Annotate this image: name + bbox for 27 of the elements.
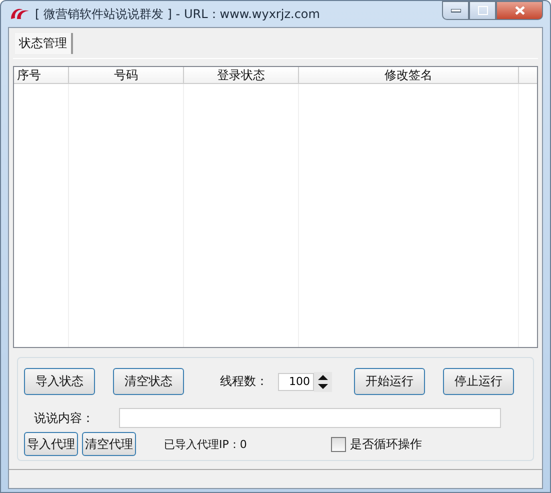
action-button[interactable]: 清空状态 — [113, 368, 184, 395]
column-header[interactable]: 登录状态 — [184, 67, 299, 83]
content-field[interactable] — [119, 408, 501, 428]
close-button[interactable] — [496, 1, 543, 20]
action-button[interactable]: 导入状态 — [24, 368, 95, 395]
spinner-arrows-icon[interactable] — [314, 372, 332, 392]
loop-label: 是否循环操作 — [350, 436, 422, 452]
minimize-icon — [450, 8, 460, 12]
tab[interactable]: 状态管理 — [15, 33, 73, 54]
thread-count-label: 线程数： — [220, 373, 268, 390]
column-header[interactable]: 号码 — [69, 67, 184, 83]
run-button[interactable]: 开始运行 — [354, 368, 425, 395]
maximize-icon — [478, 6, 488, 15]
column-header[interactable]: 序号 — [14, 67, 69, 83]
loop-checkbox[interactable] — [330, 436, 346, 452]
proxy-button[interactable]: 清空代理 — [82, 432, 136, 456]
minimize-button[interactable] — [442, 1, 469, 20]
window-title: [ 微营销软件站说说群发 ] - URL：www.wyxrjz.com — [35, 6, 320, 22]
close-icon — [514, 6, 524, 15]
proxy-button[interactable]: 导入代理 — [24, 432, 78, 456]
logo-icon — [9, 6, 31, 22]
proxy-status-text: 已导入代理IP：0 — [164, 436, 247, 452]
run-button[interactable]: 停止运行 — [443, 368, 514, 395]
thread-count-field[interactable]: 100 — [278, 372, 314, 390]
content-label: 说说内容： — [34, 410, 95, 426]
maximize-button[interactable] — [469, 1, 496, 20]
column-header[interactable]: 修改签名 — [299, 67, 519, 83]
